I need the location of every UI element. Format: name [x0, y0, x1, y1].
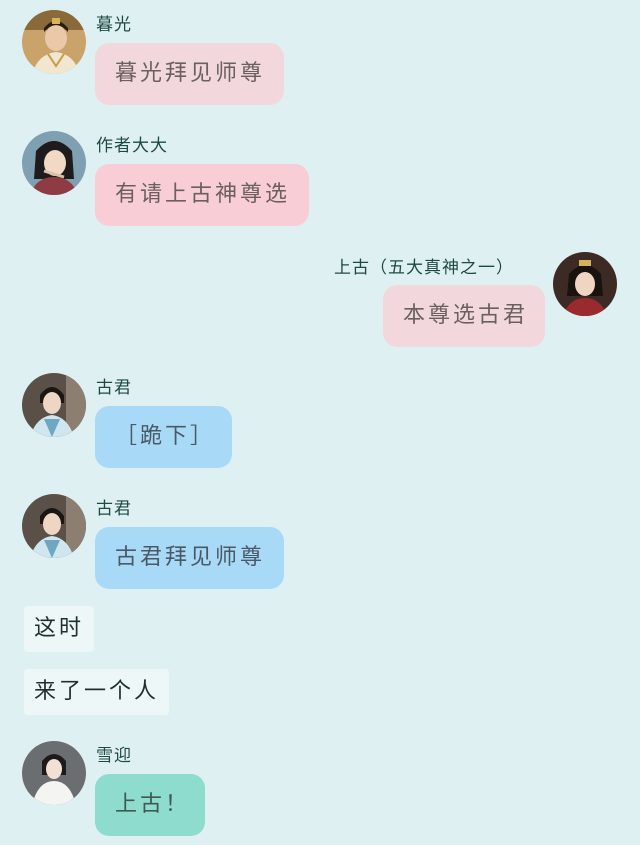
message-bubble[interactable]: ［跪下］ — [95, 406, 232, 468]
message-bubble[interactable]: 暮光拜见师尊 — [95, 43, 284, 105]
avatar-muguang-icon[interactable] — [22, 10, 86, 74]
avatar-gujun-icon[interactable] — [22, 373, 86, 437]
message-bubble[interactable]: 上古！ — [95, 774, 205, 836]
chat-thread: 暮光 暮光拜见师尊 作者大大 有请上古神尊选 上古（五大真神之一） 本尊选古君 … — [0, 0, 640, 845]
avatar-shanggu-icon[interactable] — [553, 252, 617, 316]
sender-name: 暮光 — [96, 15, 132, 35]
narration-text: 这时 — [24, 606, 95, 652]
message-bubble[interactable]: 古君拜见师尊 — [95, 527, 284, 589]
narration-text: 来了一个人 — [24, 669, 170, 715]
sender-name: 古君 — [96, 499, 132, 519]
sender-name: 作者大大 — [96, 136, 168, 156]
sender-name: 古君 — [96, 378, 132, 398]
message-bubble[interactable]: 有请上古神尊选 — [95, 164, 309, 226]
avatar-author-icon[interactable] — [22, 131, 86, 195]
sender-name: 雪迎 — [96, 746, 132, 766]
avatar-xueying-icon[interactable] — [22, 741, 86, 805]
avatar-gujun-icon[interactable] — [22, 494, 86, 558]
message-bubble[interactable]: 本尊选古君 — [383, 285, 545, 347]
sender-name: 上古（五大真神之一） — [334, 258, 514, 278]
